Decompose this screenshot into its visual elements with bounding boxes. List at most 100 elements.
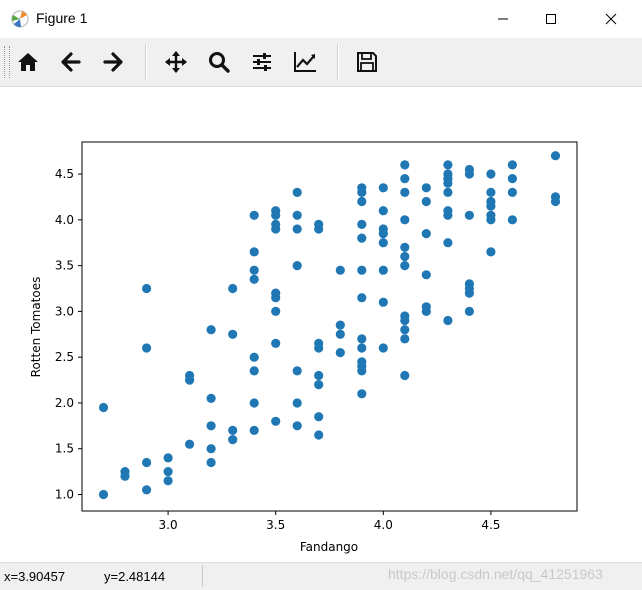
y-axis: 1.0 1.5 2.0 2.5 3.0 3.5 4.0 4.5 (55, 167, 82, 502)
data-point (142, 485, 152, 495)
data-point (335, 265, 345, 275)
data-point (249, 366, 259, 376)
data-point (335, 348, 345, 358)
data-point (443, 210, 453, 220)
close-button[interactable] (588, 0, 634, 38)
data-point (443, 187, 453, 197)
configure-subplots-button[interactable] (244, 44, 280, 80)
data-point (400, 370, 410, 381)
x-tick-label: 3.0 (159, 518, 178, 532)
data-point (443, 178, 453, 188)
back-button[interactable] (53, 44, 89, 80)
data-point (292, 224, 302, 234)
data-point (292, 421, 302, 431)
data-point (400, 215, 410, 225)
data-point (292, 398, 302, 408)
data-point (357, 233, 367, 243)
data-point (421, 306, 431, 316)
figure-canvas[interactable]: 3.0 3.5 4.0 4.5 1.0 1.5 2.0 2.5 3.0 3.5 4.0 4.5 Fa… (0, 87, 642, 562)
data-point (400, 187, 410, 197)
data-point (249, 398, 259, 408)
maximize-button[interactable] (528, 0, 574, 38)
scatter-plot[interactable]: 3.0 3.5 4.0 4.5 1.0 1.5 2.0 2.5 3.0 3.5 4.0 4.5 Fa… (0, 87, 642, 562)
forward-button[interactable] (95, 44, 131, 80)
data-point (292, 366, 302, 376)
data-point (314, 370, 324, 381)
data-point (271, 224, 281, 234)
data-point (464, 210, 474, 220)
data-point (357, 366, 367, 376)
minimize-button[interactable] (480, 0, 526, 38)
maximize-icon (546, 14, 556, 24)
data-point (550, 151, 561, 161)
data-point (185, 439, 195, 449)
data-point (98, 402, 109, 413)
data-point (486, 247, 496, 257)
minimize-icon (498, 18, 508, 20)
y-tick-label: 2.5 (55, 350, 74, 364)
data-point (142, 343, 152, 353)
x-tick-label: 3.5 (266, 518, 285, 532)
zoom-button[interactable] (201, 44, 237, 80)
close-icon (605, 13, 617, 25)
data-point (486, 169, 496, 179)
data-point (249, 265, 259, 275)
data-point (378, 183, 388, 193)
data-point (357, 343, 367, 353)
data-point (421, 196, 431, 207)
data-point (464, 306, 474, 316)
data-point (142, 283, 152, 294)
edit-axis-button[interactable] (287, 44, 323, 80)
y-tick-label: 1.0 (55, 488, 74, 502)
data-point (314, 380, 324, 390)
data-point (271, 293, 281, 303)
line-chart-icon (294, 52, 316, 72)
data-point (206, 444, 216, 454)
data-point (443, 315, 453, 326)
y-tick-label: 4.0 (55, 213, 74, 227)
data-point (271, 416, 281, 426)
data-point (400, 242, 410, 252)
pan-button[interactable] (158, 44, 194, 80)
data-point (357, 334, 367, 344)
data-point (400, 315, 410, 326)
data-point (378, 238, 388, 248)
y-tick-label: 3.5 (55, 259, 74, 273)
data-point (378, 206, 388, 216)
data-point (249, 352, 259, 362)
data-point (314, 430, 324, 440)
data-point (507, 160, 517, 170)
navigation-toolbar (0, 38, 642, 87)
cursor-coordinates: x=3.90457 y=2.48144 (4, 569, 165, 584)
arrow-left-icon (61, 52, 81, 72)
data-point (507, 187, 517, 197)
floppy-disk-icon (357, 52, 377, 72)
move-icon (165, 51, 187, 73)
data-point (271, 338, 281, 348)
toolbar-separator (337, 44, 339, 80)
window-titlebar[interactable]: Figure 1 (0, 0, 642, 38)
data-point (163, 453, 173, 463)
data-point (357, 196, 367, 207)
data-point (421, 183, 431, 193)
app-icon (11, 10, 29, 28)
home-icon (18, 53, 38, 71)
data-point (486, 201, 496, 211)
data-point (400, 261, 410, 271)
watermark-text: https://blog.csdn.net/qq_41251963 (388, 566, 603, 582)
data-point (228, 283, 238, 294)
data-point (400, 251, 410, 262)
data-point (292, 261, 302, 271)
arrow-right-icon (103, 52, 123, 72)
data-point (98, 489, 109, 500)
x-tick-label: 4.5 (481, 518, 500, 532)
home-button[interactable] (10, 44, 46, 80)
save-button[interactable] (349, 44, 385, 80)
data-point (206, 393, 216, 403)
window-title: Figure 1 (36, 10, 88, 26)
data-point (357, 389, 367, 399)
data-point (249, 247, 259, 257)
data-point (378, 297, 388, 307)
data-point (378, 229, 388, 239)
data-point (314, 224, 324, 234)
